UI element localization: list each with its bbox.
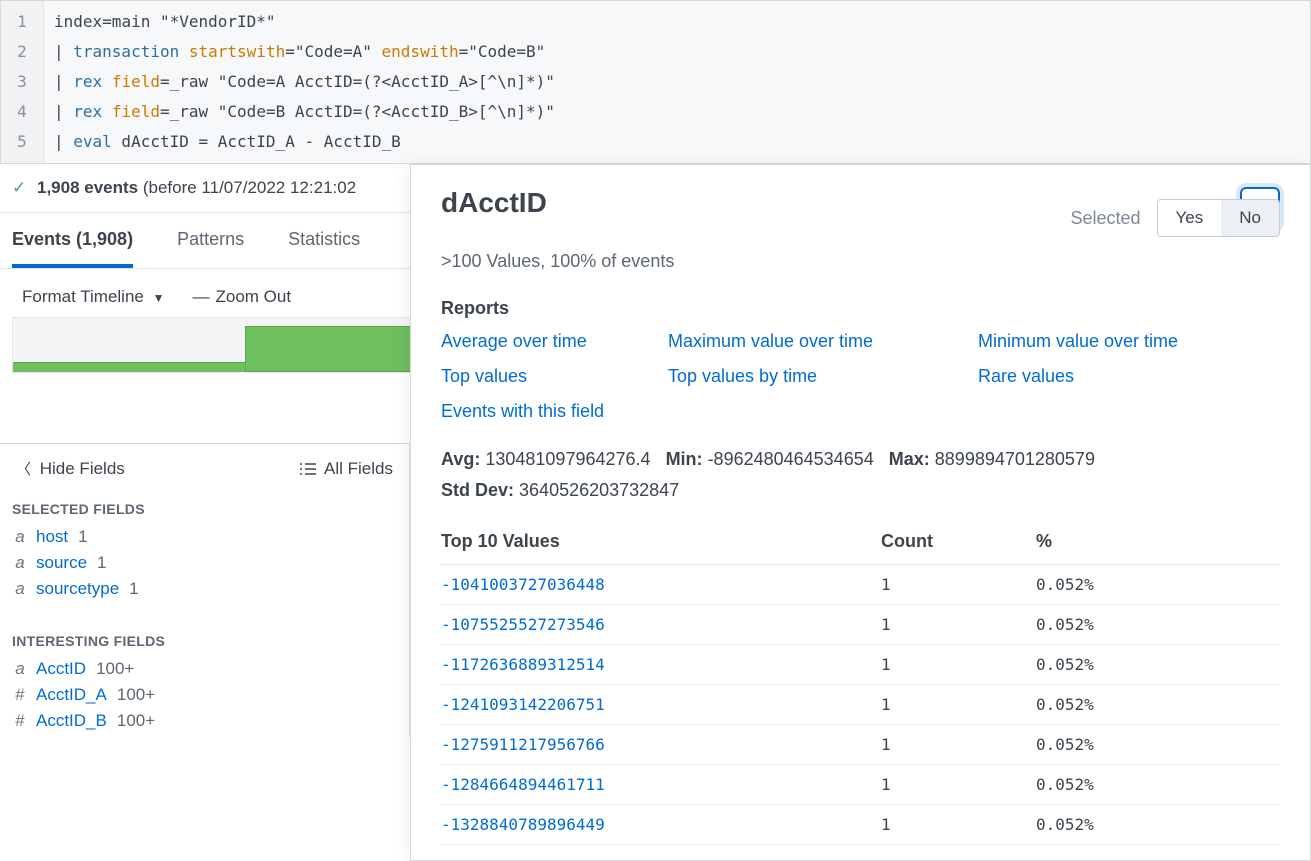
value-percent: 0.052% xyxy=(1036,775,1280,794)
field-type-icon: a xyxy=(12,659,28,679)
field-count: 100+ xyxy=(117,685,155,705)
value-row: -132884078989644910.052% xyxy=(441,805,1280,845)
field-row-AcctID[interactable]: a AcctID 100+ xyxy=(12,659,397,679)
value-row: -128466489446171110.052% xyxy=(441,765,1280,805)
stats-line: Avg: 130481097964276.4 Min: -89624804645… xyxy=(441,444,1280,505)
check-icon: ✓ xyxy=(12,178,26,197)
field-type-icon: a xyxy=(12,579,28,599)
report-link[interactable]: Average over time xyxy=(441,331,668,352)
field-name[interactable]: AcctID_A xyxy=(36,685,107,705)
field-type-icon: # xyxy=(12,711,28,731)
value-percent: 0.052% xyxy=(1036,815,1280,834)
status-suffix: (before 11/07/2022 12:21:02 xyxy=(138,178,356,197)
reports-title: Reports xyxy=(441,298,1280,319)
interesting-fields-title: INTERESTING FIELDS xyxy=(12,633,397,649)
field-type-icon: a xyxy=(12,527,28,547)
field-details-popover: dAcctID Selected Yes No >100 Values, 100… xyxy=(410,164,1311,861)
value-count: 1 xyxy=(881,815,1036,834)
value-row: -104100372703644810.052% xyxy=(441,565,1280,605)
tab-events[interactable]: Events (1,908) xyxy=(12,229,133,268)
value-percent: 0.052% xyxy=(1036,615,1280,634)
value-link[interactable]: -1241093142206751 xyxy=(441,695,881,714)
field-row-AcctID_A[interactable]: # AcctID_A 100+ xyxy=(12,685,397,705)
popover-subtitle: >100 Values, 100% of events xyxy=(441,251,1280,272)
tab-patterns[interactable]: Patterns xyxy=(177,229,244,268)
value-link[interactable]: -1284664894461711 xyxy=(441,775,881,794)
event-count: 1,908 events xyxy=(37,178,138,197)
report-link[interactable]: Rare values xyxy=(978,366,1280,387)
selected-toggle: Yes No xyxy=(1157,199,1280,237)
field-name[interactable]: sourcetype xyxy=(36,579,119,599)
value-link[interactable]: -1328840789896449 xyxy=(441,815,881,834)
value-row: -107552552727354610.052% xyxy=(441,605,1280,645)
search-editor[interactable]: 12345 index=main "*VendorID*"| transacti… xyxy=(0,0,1311,164)
value-count: 1 xyxy=(881,615,1036,634)
field-name[interactable]: host xyxy=(36,527,68,547)
list-icon xyxy=(300,462,316,476)
minus-icon: — xyxy=(193,287,210,306)
popover-title: dAcctID xyxy=(441,187,547,219)
field-name[interactable]: AcctID_B xyxy=(36,711,107,731)
report-link[interactable]: Maximum value over time xyxy=(668,331,978,352)
value-link[interactable]: -1041003727036448 xyxy=(441,575,881,594)
field-count: 1 xyxy=(78,527,87,547)
reports-grid: Average over timeMaximum value over time… xyxy=(441,331,1280,422)
field-type-icon: # xyxy=(12,685,28,705)
caret-down-icon: ▼ xyxy=(153,291,165,305)
report-link[interactable]: Events with this field xyxy=(441,401,668,422)
report-link[interactable]: Minimum value over time xyxy=(978,331,1280,352)
value-link[interactable]: -1275911217956766 xyxy=(441,735,881,754)
chevron-left-icon: 〈 xyxy=(16,461,31,478)
value-count: 1 xyxy=(881,575,1036,594)
selected-yes-button[interactable]: Yes xyxy=(1158,200,1222,236)
fields-panel: 〈 Hide Fields All Fields SELECTED FIELDS… xyxy=(0,444,410,737)
value-row: -117263688931251410.052% xyxy=(441,645,1280,685)
selected-label: Selected xyxy=(1070,208,1140,229)
value-percent: 0.052% xyxy=(1036,735,1280,754)
search-code[interactable]: index=main "*VendorID*"| transaction sta… xyxy=(44,1,1310,163)
all-fields-button[interactable]: All Fields xyxy=(300,459,393,479)
field-row-host[interactable]: ahost 1 xyxy=(12,527,397,547)
value-count: 1 xyxy=(881,775,1036,794)
selected-no-button[interactable]: No xyxy=(1221,200,1279,236)
field-count: 1 xyxy=(97,553,106,573)
field-name[interactable]: AcctID xyxy=(36,659,86,679)
field-row-sourcetype[interactable]: a sourcetype 1 xyxy=(12,579,397,599)
field-name[interactable]: source xyxy=(36,553,87,573)
field-count: 1 xyxy=(129,579,138,599)
value-percent: 0.052% xyxy=(1036,695,1280,714)
value-count: 1 xyxy=(881,735,1036,754)
values-list: -104100372703644810.052%-107552552727354… xyxy=(441,565,1280,845)
field-row-source[interactable]: asource 1 xyxy=(12,553,397,573)
top10-header: Top 10 Values Count % xyxy=(441,531,1280,565)
tab-statistics[interactable]: Statistics xyxy=(288,229,360,268)
value-row: -127591121795676610.052% xyxy=(441,725,1280,765)
report-link[interactable]: Top values xyxy=(441,366,668,387)
field-count: 100+ xyxy=(96,659,134,679)
selected-fields-title: SELECTED FIELDS xyxy=(12,501,397,517)
value-count: 1 xyxy=(881,695,1036,714)
value-percent: 0.052% xyxy=(1036,655,1280,674)
field-count: 100+ xyxy=(117,711,155,731)
value-percent: 0.052% xyxy=(1036,575,1280,594)
report-link[interactable]: Top values by time xyxy=(668,366,978,387)
field-type-icon: a xyxy=(12,553,28,573)
line-gutter: 12345 xyxy=(1,1,44,163)
value-link[interactable]: -1075525527273546 xyxy=(441,615,881,634)
value-link[interactable]: -1172636889312514 xyxy=(441,655,881,674)
value-count: 1 xyxy=(881,655,1036,674)
hide-fields-button[interactable]: 〈 Hide Fields xyxy=(16,458,125,479)
field-row-AcctID_B[interactable]: # AcctID_B 100+ xyxy=(12,711,397,731)
format-timeline-button[interactable]: Format Timeline ▼ xyxy=(22,287,165,307)
zoom-out-button[interactable]: —Zoom Out xyxy=(193,287,292,307)
value-row: -124109314220675110.052% xyxy=(441,685,1280,725)
